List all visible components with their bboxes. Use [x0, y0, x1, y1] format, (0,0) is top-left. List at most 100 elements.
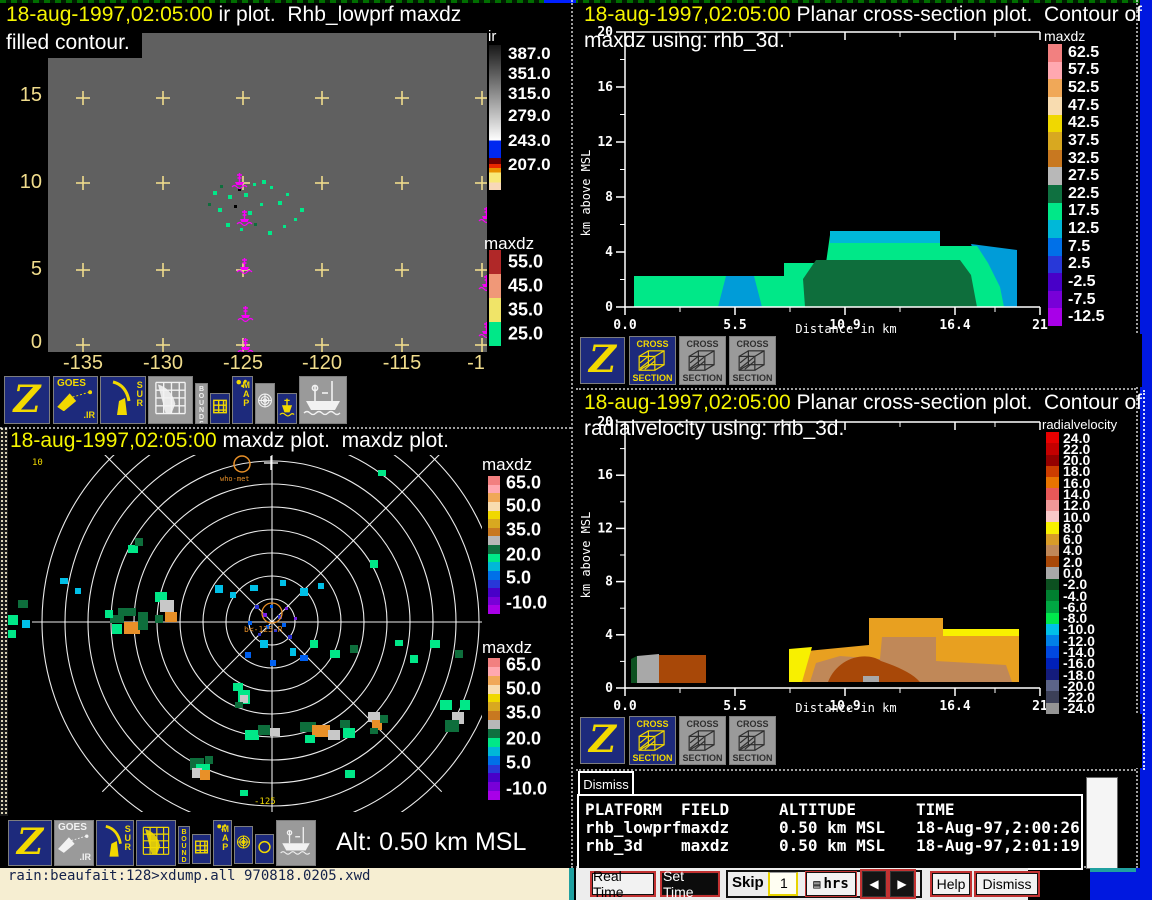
table-row: rhb_3dmaxdz0.50 km MSL18-Aug-97,2:01:19	[585, 836, 1080, 855]
ship-symbol	[479, 207, 487, 223]
real-time-button[interactable]: Real Time	[592, 873, 654, 895]
xsec-maxdz-colorbar	[1048, 44, 1062, 326]
toolbar-button-cross-section-icon[interactable]: CROSSSECTION	[629, 336, 676, 385]
xsec-maxdz-toolbar: ZCROSSSECTIONCROSSSECTIONCROSSSECTION	[576, 334, 1142, 387]
xsec-maxdz-colorbar-ticks: 62.557.552.547.542.537.532.527.522.517.5…	[1068, 44, 1138, 326]
skip-value-input[interactable]: 1	[768, 872, 798, 896]
teal-divider	[569, 868, 574, 900]
window-border	[576, 769, 1136, 771]
toolbar-button-radar-grid-icon[interactable]	[148, 376, 193, 424]
ship-symbol	[238, 306, 253, 322]
sheet-icon	[813, 876, 823, 892]
ir-colorbar-ticks: 387.0351.0315.0279.0243.0207.0	[508, 45, 572, 190]
ship-symbol	[479, 275, 487, 291]
toolbar-button-surveillance-icon[interactable]: SUR	[96, 820, 134, 866]
hrs-button[interactable]: hrs	[806, 872, 856, 896]
ir-colorbar	[489, 45, 501, 190]
toolbar-button-cross-section-icon[interactable]: CROSSSECTION	[629, 716, 676, 765]
toolbar-button-goes-ir-icon[interactable]: GOES.IR	[53, 376, 98, 424]
radar-colorbar1-ticks: 65.050.035.020.05.0-10.0	[506, 476, 570, 614]
svg-text:21: 21	[1032, 318, 1048, 333]
toolbar-button-ship-icon[interactable]	[276, 820, 316, 866]
radar-colorbar2-ticks: 65.050.035.020.05.0-10.0	[506, 658, 570, 800]
toolbar-button-grid-icon[interactable]	[192, 834, 211, 864]
toolbar-button-zebra-icon[interactable]: Z	[4, 376, 50, 424]
ir-panel-title-line2: filled contour.	[6, 31, 142, 58]
ship-symbol	[237, 258, 252, 274]
svg-text:16: 16	[597, 80, 613, 95]
svg-text:0: 0	[605, 681, 613, 696]
toolbar-button-radar-grid-icon[interactable]	[136, 820, 176, 866]
svg-text:8: 8	[605, 190, 613, 205]
toolbar-button-cross-section-icon[interactable]: CROSSSECTION	[679, 716, 726, 765]
toolbar-button-zebra-icon[interactable]: Z	[580, 337, 625, 384]
terminal-prompt-line: rain:beaufait:128>xdump.all 970818.0205.…	[8, 868, 370, 884]
help-button[interactable]: Help	[932, 873, 970, 895]
svg-text:16.4: 16.4	[939, 699, 970, 714]
dismiss-button[interactable]: Dismiss	[976, 873, 1038, 895]
toolbar-button-range-rings-icon[interactable]	[255, 383, 275, 424]
svg-text:8: 8	[605, 575, 613, 590]
step-forward-button[interactable]	[890, 871, 914, 897]
toolbar-button-ship-icon[interactable]	[299, 376, 347, 424]
xsec-maxdz-colorbar-label: maxdz	[1044, 28, 1085, 44]
radar-center-annotation: b<-125-R	[244, 625, 283, 634]
svg-text:12: 12	[597, 521, 613, 536]
toolbar-button-cross-section-icon[interactable]: CROSSSECTION	[679, 336, 726, 385]
svg-text:10.9: 10.9	[829, 699, 860, 714]
xsec-rv-toolbar: ZCROSSSECTIONCROSSSECTIONCROSSSECTION	[576, 714, 1142, 768]
xsec-rv-title-line2: radialvelocity using: rhb_3d.	[584, 417, 844, 441]
toolbar-button-grid-icon[interactable]	[210, 393, 230, 424]
radar-ppi-display: who-met 10 b<-125-R -125	[8, 455, 482, 812]
terminal-window[interactable]: rain:beaufait:128>xdump.all 970818.0205.…	[0, 868, 569, 900]
toolbar-button-surveillance-icon[interactable]: SUR	[100, 376, 146, 424]
toolbar-button-circle-icon[interactable]	[255, 834, 274, 864]
svg-text:4: 4	[605, 245, 613, 260]
toolbar-button-map-icon[interactable]: MAP	[232, 376, 253, 424]
window-resize-handle[interactable]	[1143, 390, 1145, 770]
xsec-maxdz-ylabel: km above MSL	[579, 150, 593, 237]
svg-text:4: 4	[605, 628, 613, 643]
step-back-button[interactable]	[862, 871, 886, 897]
toolbar-button-zebra-icon[interactable]: Z	[8, 820, 52, 866]
radar-site-annotation: who-met	[220, 475, 250, 483]
svg-text:10.9: 10.9	[829, 318, 860, 333]
radar-colorbar1	[488, 476, 500, 614]
window-border	[576, 388, 1136, 390]
svg-text:0.0: 0.0	[613, 699, 637, 714]
altitude-readout: Alt: 0.50 km MSL	[336, 828, 526, 857]
platform-info-table: PLATFORMFIELDALTITUDETIME rhb_lowprfmaxd…	[577, 794, 1083, 870]
ir-maxdz-colorbar	[489, 250, 501, 346]
toolbar-button-bounds-icon[interactable]: BOUNDS	[195, 383, 208, 424]
toolbar-button-goes-ir-icon[interactable]: GOES.IR	[54, 820, 94, 866]
xsec-maxdz-title: 18-aug-1997,02:05:00 Planar cross-sectio…	[584, 3, 1142, 27]
xsec-rv-colorbar	[1046, 432, 1059, 714]
toolbar-button-zebra-icon[interactable]: Z	[580, 717, 625, 764]
ship-symbol	[232, 173, 247, 189]
radar-range-annotation: 10	[32, 458, 43, 468]
ir-panel-title: 18-aug-1997,02:05:00 ir plot. Rhb_lowprf…	[6, 3, 461, 27]
svg-text:16.4: 16.4	[939, 318, 970, 333]
svg-text:16: 16	[597, 468, 613, 483]
toolbar-button-buoy-icon[interactable]	[277, 393, 297, 424]
set-time-button[interactable]: Set Time	[662, 873, 718, 895]
toolbar-button-cross-section-icon[interactable]: CROSSSECTION	[729, 336, 776, 385]
toolbar-button-range-rings-icon[interactable]	[234, 826, 253, 864]
xsec-rv-ylabel: km above MSL	[579, 512, 593, 599]
svg-text:5.5: 5.5	[723, 699, 746, 714]
table-row: rhb_lowprfmaxdz0.50 km MSL18-Aug-97,2:00…	[585, 818, 1080, 837]
xsec-maxdz-title-line2: maxdz using: rhb_3d.	[584, 29, 785, 53]
xsec-rv-colorbar-ticks: 24.022.020.018.016.014.012.010.08.06.04.…	[1063, 432, 1139, 714]
toolbar-button-map-icon[interactable]: MAP	[213, 820, 232, 866]
svg-text:0.0: 0.0	[613, 318, 637, 333]
scrollbar-thumb[interactable]	[1086, 777, 1118, 869]
radar-colorbar2	[488, 658, 500, 800]
ir-panel-toolbar: ZGOES.IRSUR BOUNDS MAP	[0, 373, 571, 427]
ir-maxdz-colorbar-ticks: 55.045.035.025.0	[508, 250, 572, 346]
toolbar-button-bounds-icon[interactable]: BOUNDS	[178, 826, 190, 864]
table-header-row: PLATFORMFIELDALTITUDETIME	[585, 800, 955, 819]
xsec-rv-title: 18-aug-1997,02:05:00 Planar cross-sectio…	[584, 391, 1142, 415]
toolbar-button-cross-section-icon[interactable]: CROSSSECTION	[729, 716, 776, 765]
ship-symbol	[479, 322, 487, 338]
blue-corner	[1090, 868, 1152, 900]
